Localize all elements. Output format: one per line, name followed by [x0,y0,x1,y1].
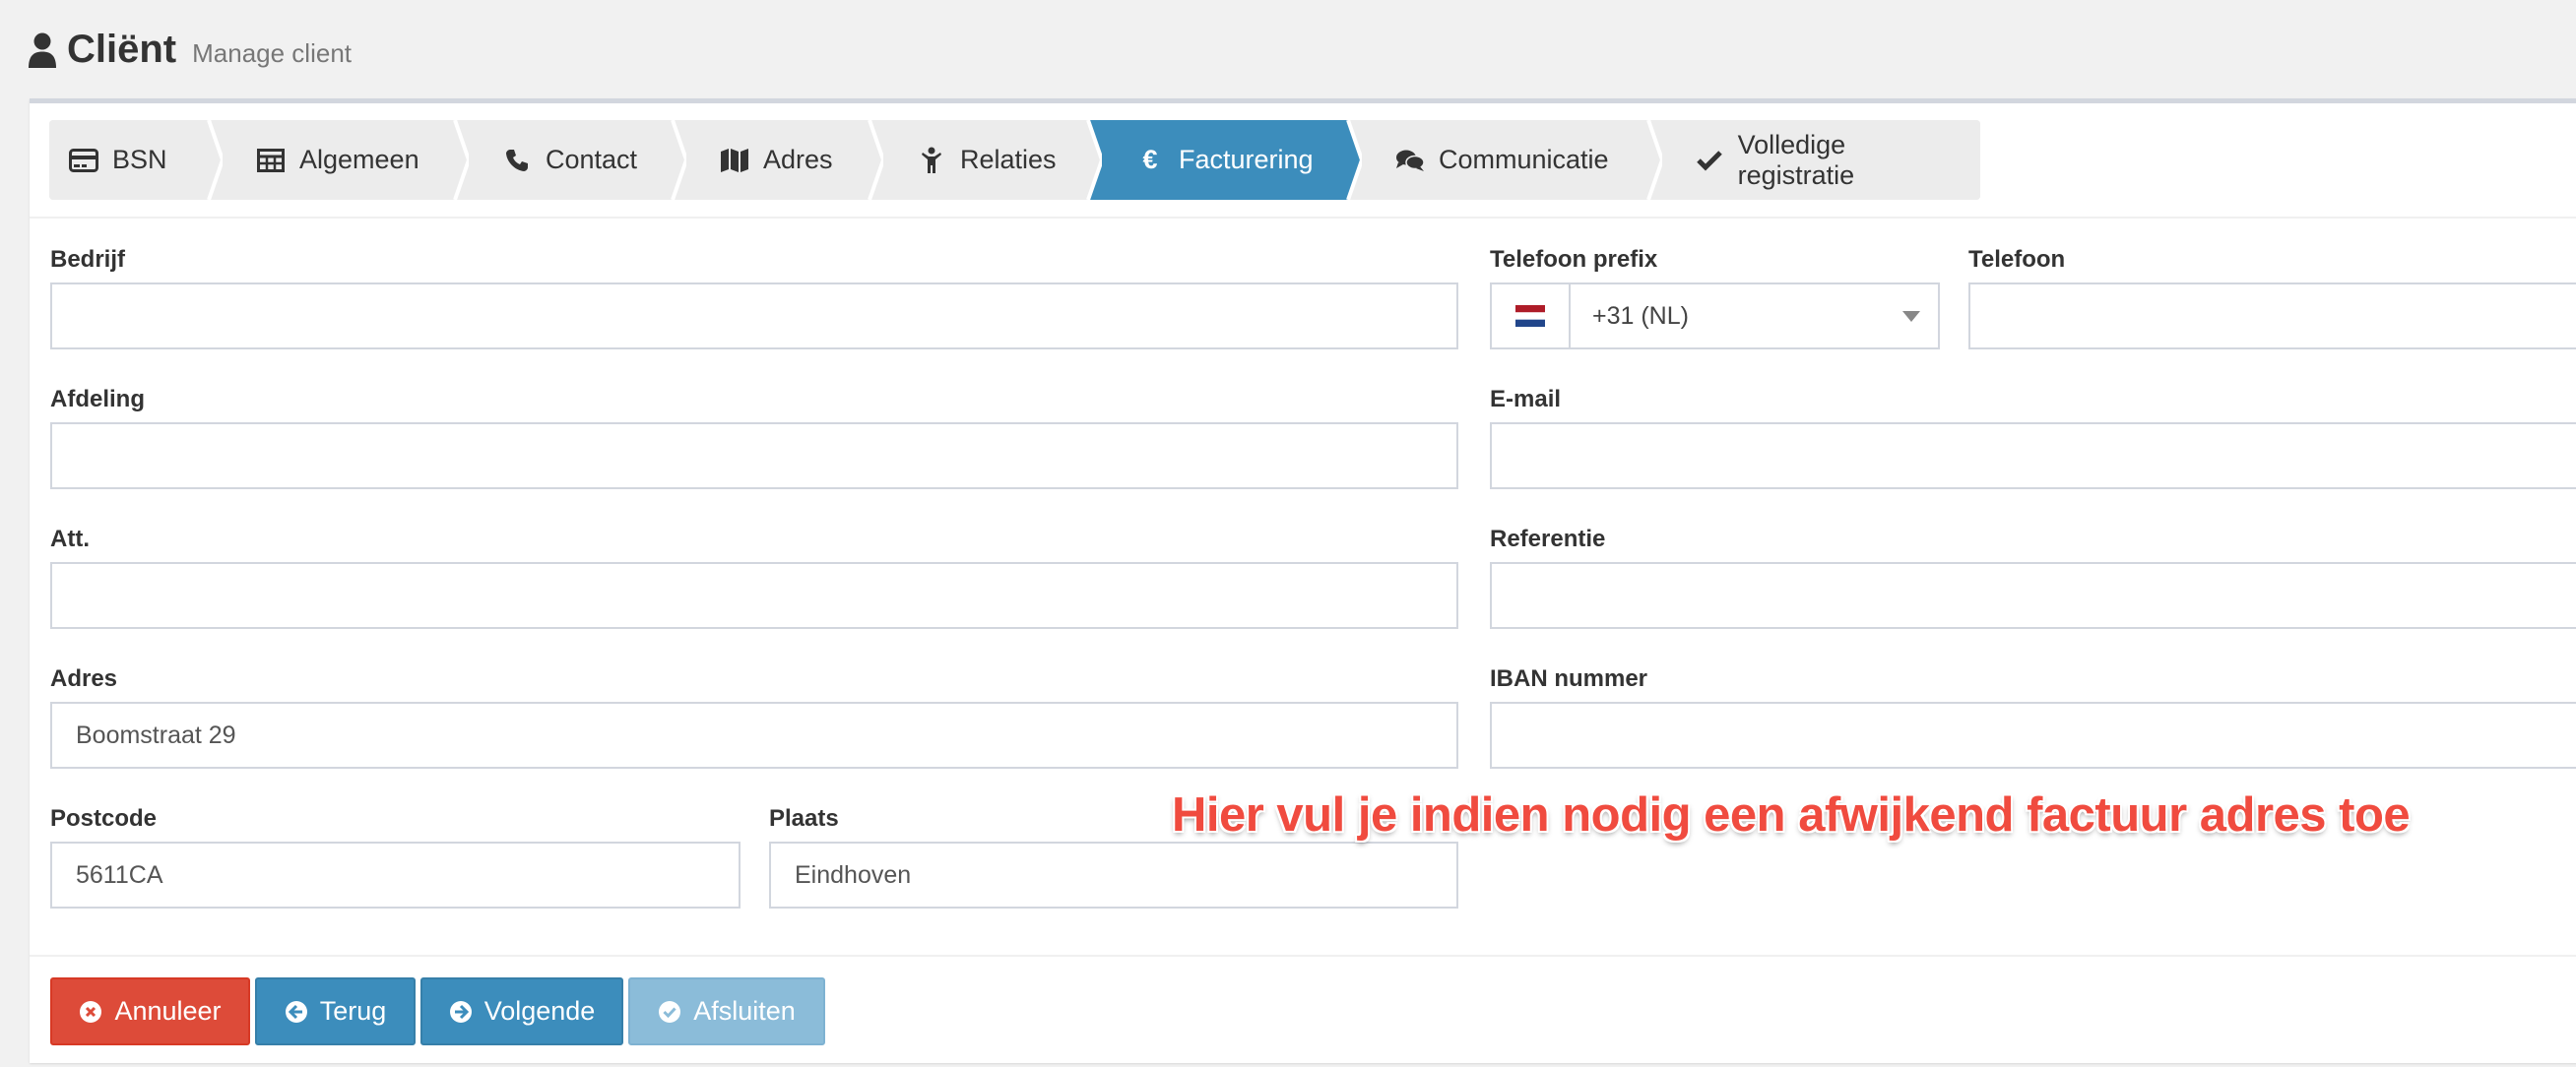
cancel-button-label: Annuleer [114,996,222,1026]
step-label: Adres [763,145,833,174]
step-label: Facturering [1179,145,1314,174]
bedrijf-label: Bedrijf [50,246,126,273]
credit-card-icon [69,146,98,175]
telefoon-prefix-label: Telefoon prefix [1490,246,1658,273]
arrow-circle-left-icon [285,1000,307,1023]
child-icon [917,146,946,175]
page-title: Cliënt [67,28,177,71]
step-contact[interactable]: Contact [455,120,686,200]
bedrijf-input[interactable] [50,282,1458,349]
step-label: Algemeen [299,145,419,174]
telefoon-prefix-value: +31 (NL) [1592,301,1689,330]
step-facturering[interactable]: € Facturering [1088,120,1362,200]
back-button[interactable]: Terug [255,977,416,1045]
step-communicatie[interactable]: Communicatie [1348,120,1662,200]
wizard-steps: BSN Algemeen Contact Adres Relaties € Fa… [49,120,1980,200]
att-input[interactable] [50,562,1458,629]
postcode-input[interactable] [50,842,741,909]
plaats-label: Plaats [769,805,839,832]
step-label: Relaties [960,145,1057,174]
step-relaties[interactable]: Relaties [869,120,1102,200]
arrow-circle-right-icon [449,1000,472,1023]
chevron-down-icon [1902,310,1920,322]
client-form-box: BSN Algemeen Contact Adres Relaties € Fa… [30,98,2576,1063]
times-circle-icon [80,1000,102,1023]
back-button-label: Terug [319,996,387,1026]
nl-flag-icon [1492,284,1571,347]
annotation-text: Hier vul je indien nodig een afwijkend f… [1172,788,2411,842]
user-icon [29,32,56,68]
iban-label: IBAN nummer [1490,665,1648,692]
page-subtitle: Manage client [192,38,353,68]
att-label: Att. [50,526,90,552]
divider [30,217,2576,219]
table-icon [256,146,286,175]
telefoon-prefix-select[interactable]: +31 (NL) [1490,282,1940,349]
step-volledige-registratie[interactable]: Volledige registratie [1648,120,1980,200]
postcode-label: Postcode [50,805,158,832]
plaats-input[interactable] [769,842,1458,909]
referentie-label: Referentie [1490,526,1606,552]
map-icon [720,146,749,175]
step-bsn[interactable]: BSN [49,120,223,200]
iban-input[interactable] [1490,702,2576,769]
footer-divider [30,955,2576,957]
check-icon [1696,146,1724,175]
email-input[interactable] [1490,422,2576,489]
next-button-label: Volgende [483,996,596,1026]
phone-icon [502,146,532,175]
step-label: Contact [546,145,638,174]
cancel-button[interactable]: Annuleer [50,977,250,1045]
euro-icon: € [1142,145,1158,174]
step-label: Volledige registratie [1737,129,1855,190]
afdeling-input[interactable] [50,422,1458,489]
next-button[interactable]: Volgende [420,977,623,1045]
step-adres[interactable]: Adres [673,120,883,200]
adres-input[interactable] [50,702,1458,769]
telefoon-label: Telefoon [1968,246,2066,273]
finish-button[interactable]: Afsluiten [628,977,825,1045]
email-label: E-mail [1490,386,1562,412]
comments-icon [1395,146,1425,175]
step-label: BSN [112,145,167,174]
referentie-input[interactable] [1490,562,2576,629]
step-algemeen[interactable]: Algemeen [209,120,469,200]
check-circle-icon [659,1000,681,1023]
adres-label: Adres [50,665,118,692]
finish-button-label: Afsluiten [693,996,796,1026]
telefoon-input[interactable] [1968,282,2576,349]
afdeling-label: Afdeling [50,386,145,412]
page-header: Cliënt Manage client [28,28,352,72]
step-label: Communicatie [1439,145,1609,174]
